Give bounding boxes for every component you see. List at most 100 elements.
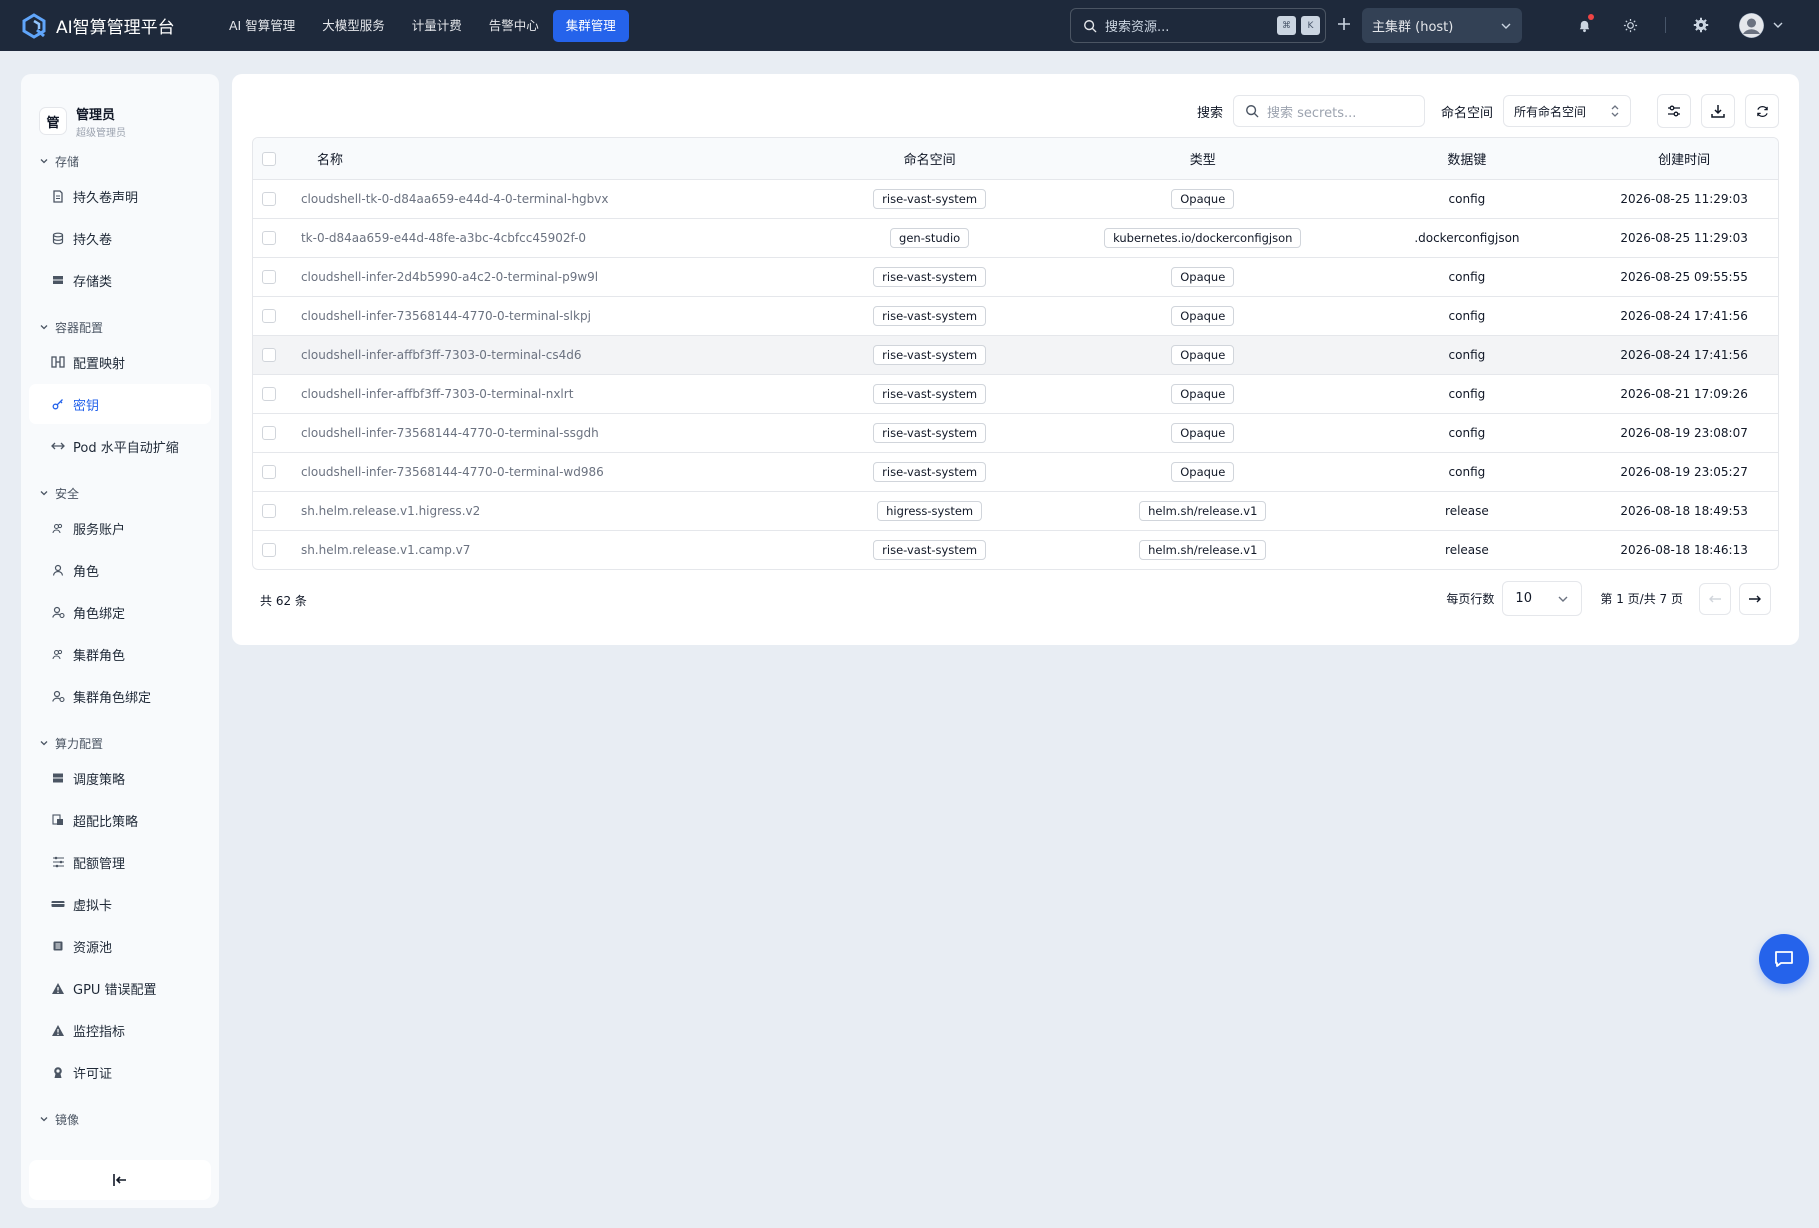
secret-name[interactable]: cloudshell-tk-0-d84aa659-e44d-4-0-termin… <box>285 192 797 206</box>
download-button[interactable] <box>1701 94 1735 128</box>
column-header-namespace[interactable]: 命名空间 <box>797 149 1062 168</box>
column-header-type[interactable]: 类型 <box>1062 149 1344 168</box>
type-tag: Opaque <box>1171 423 1235 443</box>
table-row[interactable]: cloudshell-infer-2d4b5990-a4c2-0-termina… <box>253 257 1778 296</box>
file-icon <box>51 189 65 203</box>
sidebar-group-2[interactable]: 安全 <box>21 480 219 506</box>
row-checkbox[interactable] <box>261 504 276 518</box>
created-time: 2026-08-18 18:46:13 <box>1620 543 1748 557</box>
table-row[interactable]: tk-0-d84aa659-e44d-48fe-a3bc-4cbfcc45902… <box>253 218 1778 257</box>
add-button[interactable] <box>1333 13 1355 35</box>
search-label: 搜索 <box>1196 105 1223 121</box>
column-header-name[interactable]: 名称 <box>285 149 797 168</box>
sidebar-item-2-1[interactable]: 角色 <box>29 550 211 590</box>
table-row[interactable]: cloudshell-infer-73568144-4770-0-termina… <box>253 452 1778 491</box>
column-settings-button[interactable] <box>1657 94 1691 128</box>
settings-button[interactable] <box>1691 15 1711 35</box>
sidebar-item-label: 集群角色绑定 <box>73 690 152 706</box>
user-menu-toggle[interactable] <box>1768 15 1788 35</box>
sidebar-item-3-4[interactable]: 资源池 <box>29 926 211 966</box>
sidebar-item-0-1[interactable]: 持久卷 <box>29 218 211 258</box>
column-header-created[interactable]: 创建时间 <box>1590 149 1778 168</box>
secret-name[interactable]: cloudshell-infer-affbf3ff-7303-0-termina… <box>285 348 797 362</box>
nav-llm-service[interactable]: 大模型服务 <box>309 10 398 42</box>
chat-button[interactable] <box>1759 934 1809 984</box>
sidebar-item-3-2[interactable]: 配额管理 <box>29 842 211 882</box>
next-page-button[interactable] <box>1739 582 1771 615</box>
column-header-data-keys[interactable]: 数据键 <box>1344 149 1591 168</box>
sidebar-group-0[interactable]: 存储 <box>21 148 219 174</box>
row-checkbox[interactable] <box>261 348 276 362</box>
nav-cluster-management[interactable]: 集群管理 <box>552 9 629 42</box>
secrets-search-input[interactable]: 搜索 secrets... <box>1232 95 1425 127</box>
nav-alerts[interactable]: 告警中心 <box>476 10 552 42</box>
sidebar-item-0-2[interactable]: 存储类 <box>29 260 211 300</box>
sidebar-item-1-0[interactable]: 配置映射 <box>29 342 211 382</box>
data-keys: config <box>1448 270 1486 284</box>
sidebar-item-3-5[interactable]: GPU 错误配置 <box>29 968 211 1008</box>
row-checkbox[interactable] <box>261 309 276 323</box>
nav-billing[interactable]: 计量计费 <box>399 10 475 42</box>
collapse-sidebar-button[interactable] <box>29 1160 211 1200</box>
chevron-down-icon <box>1501 23 1511 29</box>
table-row[interactable]: cloudshell-infer-affbf3ff-7303-0-termina… <box>253 374 1778 413</box>
table-row[interactable]: cloudshell-tk-0-d84aa659-e44d-4-0-termin… <box>253 179 1778 218</box>
table-row[interactable]: sh.helm.release.v1.higress.v2 higress-sy… <box>253 491 1778 530</box>
sidebar-group-3[interactable]: 算力配置 <box>21 730 219 756</box>
search-icon <box>1246 105 1259 118</box>
sidebar-group-1[interactable]: 容器配置 <box>21 314 219 340</box>
sidebar-item-3-0[interactable]: 调度策略 <box>29 758 211 798</box>
user-avatar[interactable] <box>1739 13 1764 38</box>
sidebar-item-3-6[interactable]: 监控指标 <box>29 1010 211 1050</box>
sidebar-item-3-3[interactable]: 虚拟卡 <box>29 884 211 924</box>
secret-name[interactable]: cloudshell-infer-73568144-4770-0-termina… <box>285 465 797 479</box>
warning-icon <box>51 1023 65 1037</box>
user-role: 超级管理员 <box>76 127 126 139</box>
theme-toggle[interactable] <box>1620 15 1640 35</box>
namespace-label: 命名空间 <box>1440 105 1493 121</box>
search-icon <box>1084 19 1097 32</box>
created-time: 2026-08-24 17:41:56 <box>1620 348 1748 362</box>
table-row[interactable]: cloudshell-infer-73568144-4770-0-termina… <box>253 413 1778 452</box>
sidebar-item-3-7[interactable]: 许可证 <box>29 1052 211 1092</box>
sidebar-item-2-0[interactable]: 服务账户 <box>29 508 211 548</box>
rows-per-page-select[interactable]: 10 <box>1502 581 1583 616</box>
row-checkbox[interactable] <box>261 192 276 206</box>
secret-name[interactable]: sh.helm.release.v1.camp.v7 <box>285 543 797 557</box>
table-row[interactable]: cloudshell-infer-73568144-4770-0-termina… <box>253 296 1778 335</box>
sidebar-item-2-2[interactable]: 角色绑定 <box>29 592 211 632</box>
sidebar-item-1-2[interactable]: Pod 水平自动扩缩 <box>29 426 211 466</box>
logo[interactable]: AI智算管理平台 <box>20 12 188 40</box>
secret-name[interactable]: cloudshell-infer-73568144-4770-0-termina… <box>285 309 797 323</box>
pool-icon <box>51 939 65 953</box>
cluster-selector[interactable]: 主集群 (host) <box>1362 8 1522 43</box>
secret-name[interactable]: cloudshell-infer-affbf3ff-7303-0-termina… <box>285 387 797 401</box>
select-all-checkbox[interactable] <box>261 151 276 166</box>
table-row[interactable]: cloudshell-infer-affbf3ff-7303-0-termina… <box>253 335 1778 374</box>
row-checkbox[interactable] <box>261 543 276 557</box>
table-row[interactable]: sh.helm.release.v1.camp.v7 rise-vast-sys… <box>253 530 1778 569</box>
row-checkbox[interactable] <box>261 270 276 284</box>
prev-page-button[interactable] <box>1699 582 1731 615</box>
sidebar-group-4[interactable]: 镜像 <box>21 1106 219 1132</box>
refresh-button[interactable] <box>1745 94 1779 128</box>
nav-ai-compute[interactable]: AI 智算管理 <box>216 10 308 42</box>
sidebar-item-3-1[interactable]: 超配比策略 <box>29 800 211 840</box>
row-checkbox[interactable] <box>261 465 276 479</box>
secret-name[interactable]: cloudshell-infer-2d4b5990-a4c2-0-termina… <box>285 270 797 284</box>
row-checkbox[interactable] <box>261 387 276 401</box>
row-checkbox[interactable] <box>261 426 276 440</box>
row-checkbox[interactable] <box>261 231 276 245</box>
secret-name[interactable]: tk-0-d84aa659-e44d-48fe-a3bc-4cbfcc45902… <box>285 231 797 245</box>
secret-name[interactable]: sh.helm.release.v1.higress.v2 <box>285 504 797 518</box>
notifications-button[interactable] <box>1574 14 1594 35</box>
namespace-tag: rise-vast-system <box>873 384 987 404</box>
namespace-select[interactable]: 所有命名空间 <box>1503 95 1631 127</box>
user-name: 管理员 <box>76 107 116 123</box>
sidebar-item-1-1[interactable]: 密钥 <box>29 384 211 424</box>
global-search-input[interactable]: 搜索资源... ⌘ K <box>1070 8 1326 43</box>
sidebar-item-2-3[interactable]: 集群角色 <box>29 634 211 674</box>
secret-name[interactable]: cloudshell-infer-73568144-4770-0-termina… <box>285 426 797 440</box>
sidebar-item-0-0[interactable]: 持久卷声明 <box>29 176 211 216</box>
sidebar-item-2-4[interactable]: 集群角色绑定 <box>29 676 211 716</box>
